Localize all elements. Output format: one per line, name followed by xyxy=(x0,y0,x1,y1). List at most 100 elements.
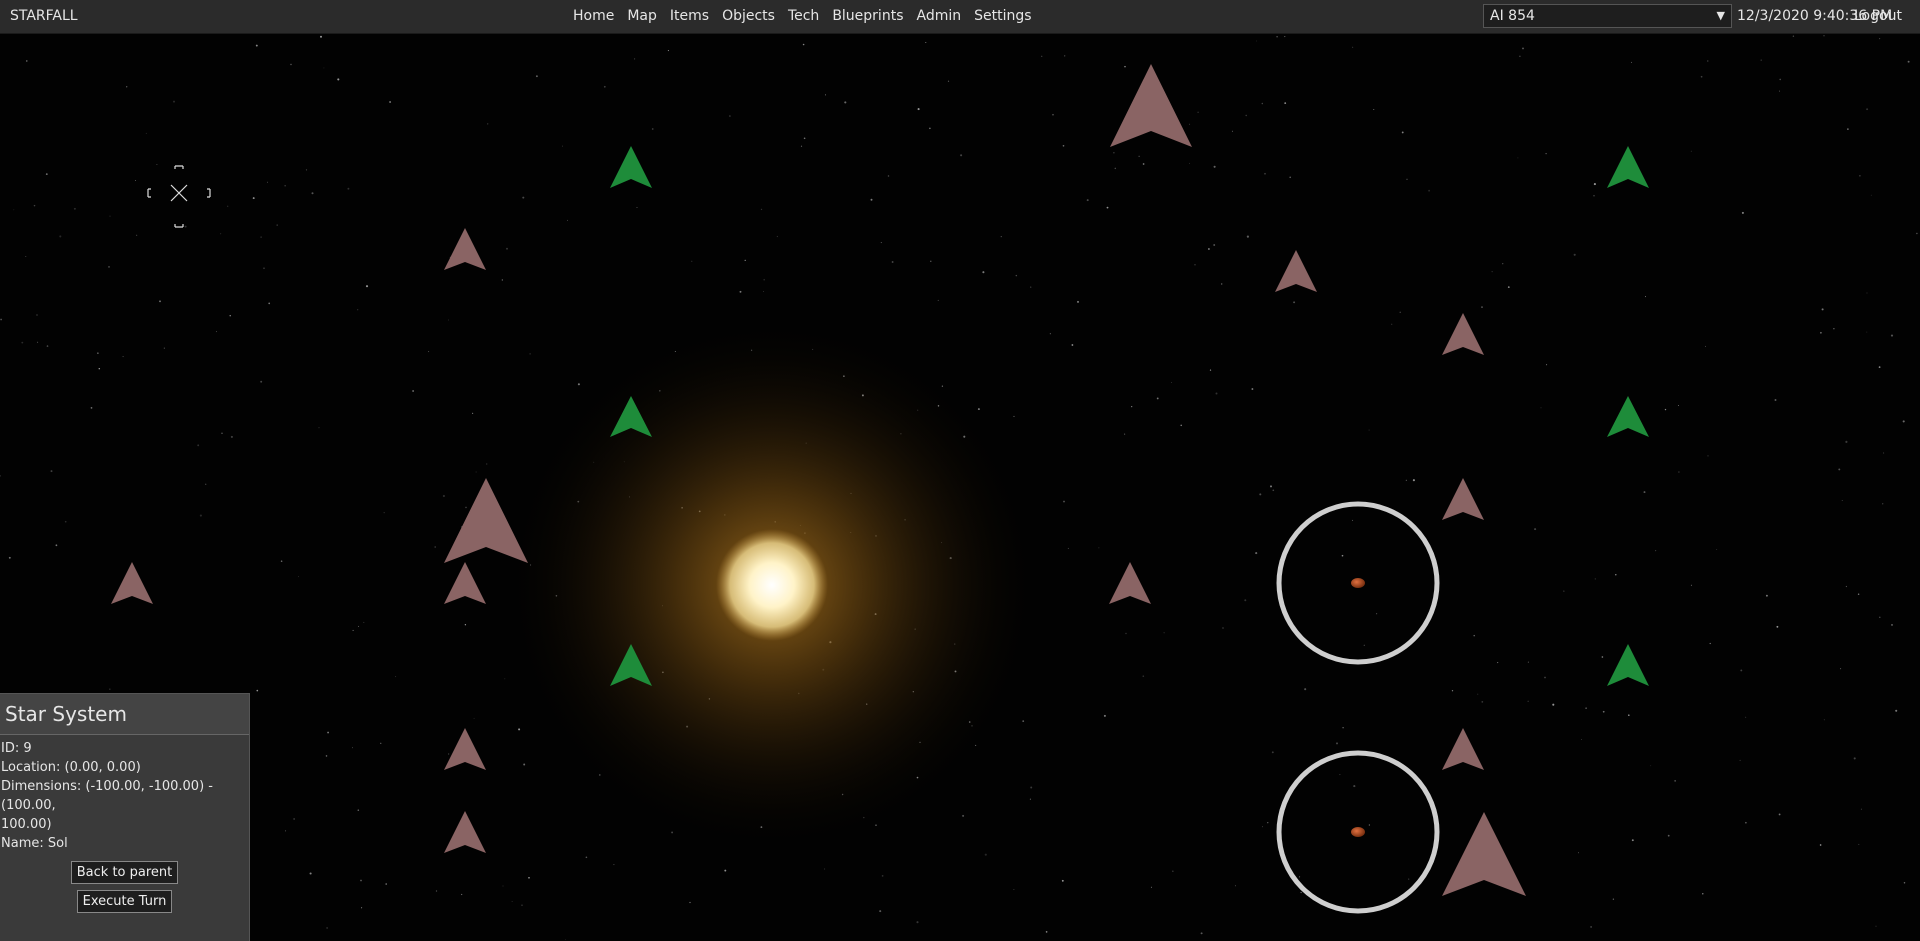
crosshair-icon[interactable] xyxy=(147,165,211,228)
background-star xyxy=(1890,334,1894,337)
background-star xyxy=(1857,593,1860,595)
background-star xyxy=(1363,644,1365,646)
nav-settings[interactable]: Settings xyxy=(974,8,1031,24)
background-star xyxy=(1866,108,1869,111)
background-star xyxy=(276,224,278,226)
background-star xyxy=(824,868,826,870)
background-star xyxy=(1819,844,1822,846)
background-star xyxy=(636,207,638,208)
neutral-ship-icon[interactable] xyxy=(444,811,486,853)
background-star xyxy=(1741,211,1744,214)
map-canvas[interactable] xyxy=(0,34,1920,941)
background-star xyxy=(879,910,882,913)
star-icon[interactable] xyxy=(716,529,828,641)
friendly-ship-icon[interactable] xyxy=(1607,644,1649,686)
nav-admin[interactable]: Admin xyxy=(916,8,961,24)
background-star xyxy=(776,235,779,238)
neutral-ship-icon[interactable] xyxy=(444,562,486,604)
object-location: Location: (0.00, 0.00) xyxy=(1,760,141,775)
planet[interactable] xyxy=(1276,750,1440,914)
nav-map[interactable]: Map xyxy=(627,8,657,24)
background-star xyxy=(199,514,202,517)
brand-logo[interactable]: STARFALL xyxy=(10,8,78,24)
background-star xyxy=(1124,65,1126,68)
background-star xyxy=(361,907,363,909)
background-star xyxy=(803,137,806,140)
background-star xyxy=(156,164,158,165)
neutral-ship-icon[interactable] xyxy=(1442,478,1484,520)
star-system-panel: Star System ID: 9 Location: (0.00, 0.00)… xyxy=(0,693,250,941)
background-star xyxy=(1903,881,1906,884)
background-star xyxy=(1481,701,1484,703)
background-star xyxy=(1373,109,1375,110)
background-star xyxy=(1284,102,1287,104)
background-star xyxy=(947,80,950,82)
background-star xyxy=(255,44,258,47)
neutral-ship-icon[interactable] xyxy=(1442,812,1526,896)
planet[interactable] xyxy=(1276,501,1440,665)
logout-link[interactable]: Logout xyxy=(1854,8,1902,24)
background-star xyxy=(50,470,53,473)
planet-icon[interactable] xyxy=(1351,827,1365,837)
neutral-ship-icon[interactable] xyxy=(111,562,153,604)
friendly-ship-icon[interactable] xyxy=(1607,396,1649,437)
background-star xyxy=(1853,757,1856,760)
background-star xyxy=(1244,599,1247,602)
background-star xyxy=(1405,479,1407,481)
background-star xyxy=(1200,932,1203,935)
star-system-map[interactable] xyxy=(0,34,1920,941)
neutral-ship-icon[interactable] xyxy=(1109,562,1151,604)
background-star xyxy=(1707,455,1709,457)
friendly-ship-icon[interactable] xyxy=(1607,146,1649,188)
background-star xyxy=(1534,528,1537,531)
nav-tech[interactable]: Tech xyxy=(788,8,819,24)
background-star xyxy=(1690,150,1692,152)
planet-icon[interactable] xyxy=(1351,578,1365,588)
nav-objects[interactable]: Objects xyxy=(722,8,775,24)
background-star xyxy=(309,872,312,875)
neutral-ship-icon[interactable] xyxy=(444,228,486,270)
background-star xyxy=(1519,55,1521,58)
background-star xyxy=(1612,898,1615,900)
background-star xyxy=(448,319,450,321)
background-star xyxy=(1883,452,1885,454)
neutral-ship-icon[interactable] xyxy=(444,728,486,770)
background-star xyxy=(1000,236,1002,238)
back-to-parent-button[interactable]: Back to parent xyxy=(70,861,179,884)
background-star xyxy=(357,809,360,811)
nav-home[interactable]: Home xyxy=(573,8,614,24)
background-star xyxy=(1823,35,1825,37)
neutral-ship-icon[interactable] xyxy=(1442,728,1484,770)
background-star xyxy=(1406,178,1408,180)
background-star xyxy=(523,763,526,766)
background-star xyxy=(221,432,223,434)
background-star xyxy=(1220,283,1223,285)
background-star xyxy=(293,818,295,820)
background-star xyxy=(535,75,538,78)
friendly-ship-icon[interactable] xyxy=(610,146,652,188)
nav-items[interactable]: Items xyxy=(670,8,709,24)
background-star xyxy=(45,173,48,175)
background-star xyxy=(1015,274,1018,277)
background-star xyxy=(327,731,330,734)
background-star xyxy=(1630,61,1632,63)
nav-blueprints[interactable]: Blueprints xyxy=(832,8,903,24)
neutral-ship-icon[interactable] xyxy=(1275,250,1317,292)
background-star xyxy=(1847,128,1849,130)
object-id: ID: 9 xyxy=(1,741,32,756)
execute-turn-button[interactable]: Execute Turn xyxy=(76,890,173,913)
background-star xyxy=(1602,710,1605,713)
background-star xyxy=(870,198,873,201)
neutral-ship-icon[interactable] xyxy=(1110,64,1192,147)
background-star xyxy=(1707,60,1709,62)
background-star xyxy=(109,215,111,217)
background-star xyxy=(1866,331,1868,333)
background-star xyxy=(1114,167,1117,170)
background-star xyxy=(1156,397,1159,400)
player-select[interactable]: AI 854 ▼ xyxy=(1483,4,1732,28)
background-star xyxy=(184,225,187,228)
background-star xyxy=(562,145,563,147)
neutral-ship-icon[interactable] xyxy=(1442,313,1484,355)
background-star xyxy=(136,234,138,236)
background-star xyxy=(260,236,262,238)
